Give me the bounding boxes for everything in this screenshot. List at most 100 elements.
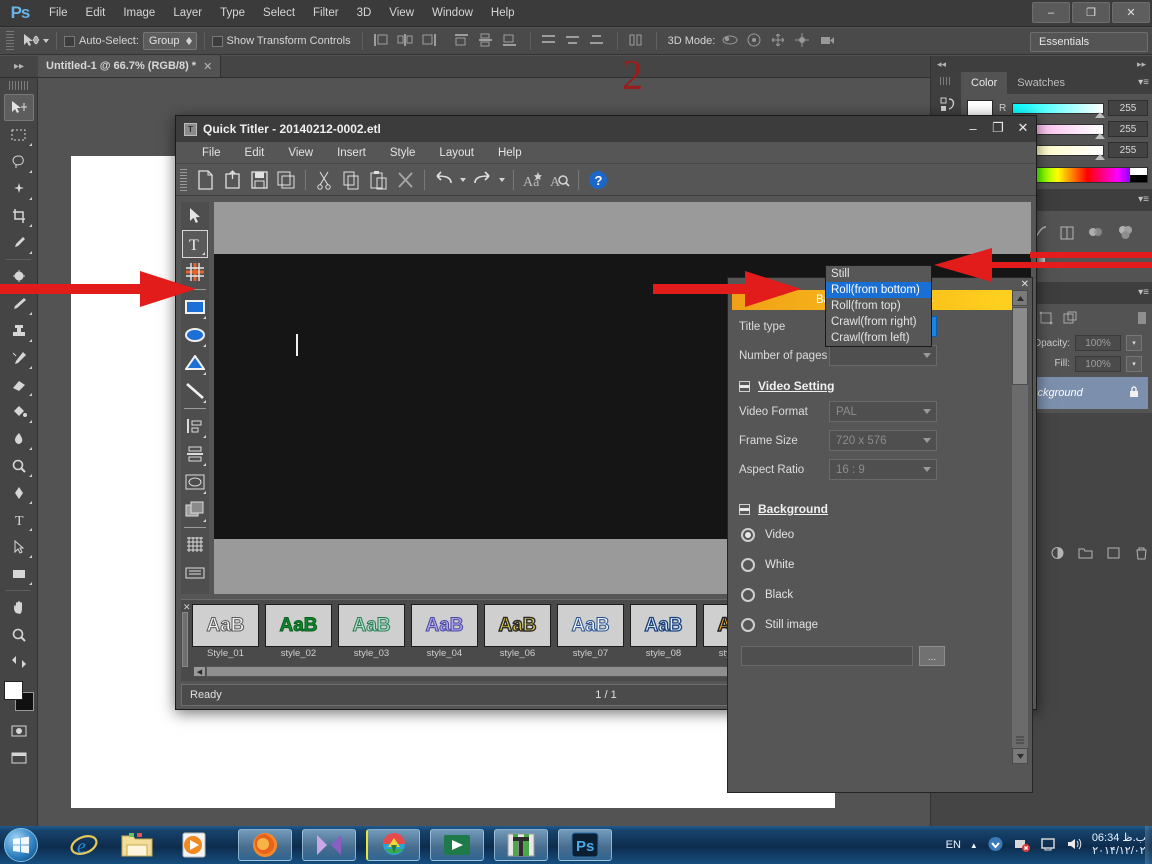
rectangle-shape-tool[interactable]: [4, 560, 34, 587]
aspect-ratio-select[interactable]: 16 : 9: [829, 459, 937, 480]
volume-icon[interactable]: [1066, 836, 1083, 855]
tool-preset-chevron-down-icon[interactable]: [43, 39, 49, 43]
history-brush-tool[interactable]: [4, 344, 34, 371]
dodge-tool[interactable]: [4, 452, 34, 479]
undo-icon[interactable]: [430, 167, 457, 193]
screen-mode-toggle[interactable]: [4, 744, 34, 771]
adjustment-layer-icon[interactable]: [1050, 546, 1065, 563]
save-icon[interactable]: [246, 167, 273, 193]
show-hidden-icons-icon[interactable]: ▲: [970, 841, 978, 850]
dock-collapse-left-icon[interactable]: ◂◂: [937, 59, 946, 70]
clock[interactable]: 06:34 ب.ظ ۲۰۱۴/۱۲/۰۲: [1092, 832, 1146, 858]
grid-tool[interactable]: [182, 531, 208, 559]
help-icon[interactable]: ?: [584, 167, 611, 193]
dropdown-option-crawl-from-left[interactable]: Crawl(from left): [826, 330, 931, 346]
minimize-button[interactable]: –: [966, 121, 980, 136]
foreground-color-swatch[interactable]: [3, 681, 23, 700]
taskbar-file-explorer[interactable]: [110, 829, 164, 861]
opacity-chevron-down-icon[interactable]: ▾: [1126, 335, 1142, 351]
qt-menu-edit[interactable]: Edit: [233, 142, 277, 164]
menu-window[interactable]: Window: [423, 0, 482, 27]
channel-slider-r[interactable]: [1012, 102, 1105, 118]
maximize-button[interactable]: ❐: [991, 120, 1005, 136]
show-desktop-button[interactable]: [1145, 826, 1152, 864]
pointer-tool[interactable]: [182, 202, 208, 230]
chevron-down-icon[interactable]: [918, 347, 935, 364]
auto-select-checkbox[interactable]: [64, 35, 75, 47]
foreground-background-color[interactable]: [3, 681, 34, 711]
collapse-toggle-icon[interactable]: ▬: [739, 380, 750, 392]
frame-size-select[interactable]: 720 x 576: [829, 430, 937, 451]
channel-value-r[interactable]: 255: [1108, 100, 1148, 116]
menu-select[interactable]: Select: [254, 0, 304, 27]
taskbar-internet-download-manager[interactable]: [366, 829, 420, 861]
minimize-button[interactable]: –: [1032, 2, 1070, 23]
pen-tool[interactable]: [4, 479, 34, 506]
align-horizontal-centers-icon[interactable]: [396, 32, 416, 51]
eyedropper-tool[interactable]: [4, 229, 34, 256]
document-tab[interactable]: Untitled-1 @ 66.7% (RGB/8) * ✕: [38, 55, 222, 77]
radio-white[interactable]: [741, 558, 755, 572]
move-tool-preset[interactable]: [22, 33, 49, 49]
number-of-pages-select[interactable]: [829, 345, 937, 366]
keyboard-tool[interactable]: [182, 559, 208, 587]
adjustments-panel-menu-icon[interactable]: ▾≡: [1138, 194, 1149, 205]
scroll-thumb[interactable]: [1012, 307, 1028, 385]
lock-icon[interactable]: [1127, 385, 1141, 402]
style-item[interactable]: AaB style_06: [484, 604, 551, 662]
filter-kind-smart-object-icon[interactable]: [1063, 311, 1077, 328]
taskbar-media-player[interactable]: [168, 829, 222, 861]
action-center-icon[interactable]: [1040, 836, 1057, 855]
workspace-switcher[interactable]: Essentials: [1030, 32, 1148, 52]
start-button[interactable]: [4, 828, 38, 862]
fill-value[interactable]: 100%: [1075, 355, 1121, 372]
menu-layer[interactable]: Layer: [164, 0, 211, 27]
new-group-icon[interactable]: [1078, 546, 1093, 563]
taskbar-photoshop[interactable]: Ps: [558, 829, 612, 861]
update-icon[interactable]: [987, 836, 1004, 855]
qt-menu-help[interactable]: Help: [486, 142, 534, 164]
rectangular-marquee-tool[interactable]: [4, 121, 34, 148]
text-tool[interactable]: T: [182, 230, 208, 258]
align-vertical-centers-icon[interactable]: [477, 32, 497, 51]
qt-menu-style[interactable]: Style: [378, 142, 428, 164]
style-gallery-grip[interactable]: [182, 612, 188, 667]
scroll-left-button[interactable]: ◀: [193, 666, 206, 677]
background-option-black[interactable]: Black: [732, 580, 1008, 610]
3d-rotate-icon[interactable]: [721, 32, 741, 51]
crop-tool[interactable]: [4, 202, 34, 229]
chevron-down-icon[interactable]: [918, 403, 935, 420]
scroll-down-button[interactable]: [1012, 748, 1028, 764]
background-option-video[interactable]: Video: [732, 520, 1008, 550]
copy-icon[interactable]: [338, 167, 365, 193]
quick-titler-title-bar[interactable]: T Quick Titler - 20140212-0002.etl – ❐ ✕: [176, 116, 1036, 142]
eraser-tool[interactable]: [4, 371, 34, 398]
tools-panel-grip[interactable]: [9, 81, 28, 90]
filter-kind-shape-icon[interactable]: [1039, 311, 1053, 328]
ellipse-tool[interactable]: [182, 321, 208, 349]
still-image-path-input[interactable]: [741, 646, 913, 666]
filter-toggle-switch[interactable]: [1136, 310, 1148, 329]
style-item[interactable]: AaB style_07: [557, 604, 624, 662]
scroll-up-button[interactable]: [1012, 290, 1028, 306]
video-format-select[interactable]: PAL: [829, 401, 937, 422]
browse-button[interactable]: ...: [919, 646, 945, 666]
menu-3d[interactable]: 3D: [348, 0, 381, 27]
icon-rail-grip[interactable]: [940, 77, 952, 85]
collapse-toggle-icon[interactable]: ▬: [739, 503, 750, 515]
scroll-resize-grip[interactable]: [1012, 733, 1028, 747]
style-item[interactable]: AaB style_03: [338, 604, 405, 662]
redo-icon[interactable]: [469, 167, 496, 193]
delete-layer-icon[interactable]: [1134, 546, 1149, 563]
move-tool[interactable]: [3, 94, 34, 121]
qt-menu-insert[interactable]: Insert: [325, 142, 378, 164]
cut-icon[interactable]: [311, 167, 338, 193]
radio-black[interactable]: [741, 588, 755, 602]
background-group-header[interactable]: ▬ Background: [732, 484, 1008, 520]
menu-filter[interactable]: Filter: [304, 0, 348, 27]
line-tool[interactable]: [182, 377, 208, 405]
menu-type[interactable]: Type: [211, 0, 254, 27]
qt-menu-view[interactable]: View: [276, 142, 325, 164]
clone-stamp-tool[interactable]: [4, 317, 34, 344]
video-setting-group-header[interactable]: ▬ Video Setting: [732, 370, 1008, 397]
